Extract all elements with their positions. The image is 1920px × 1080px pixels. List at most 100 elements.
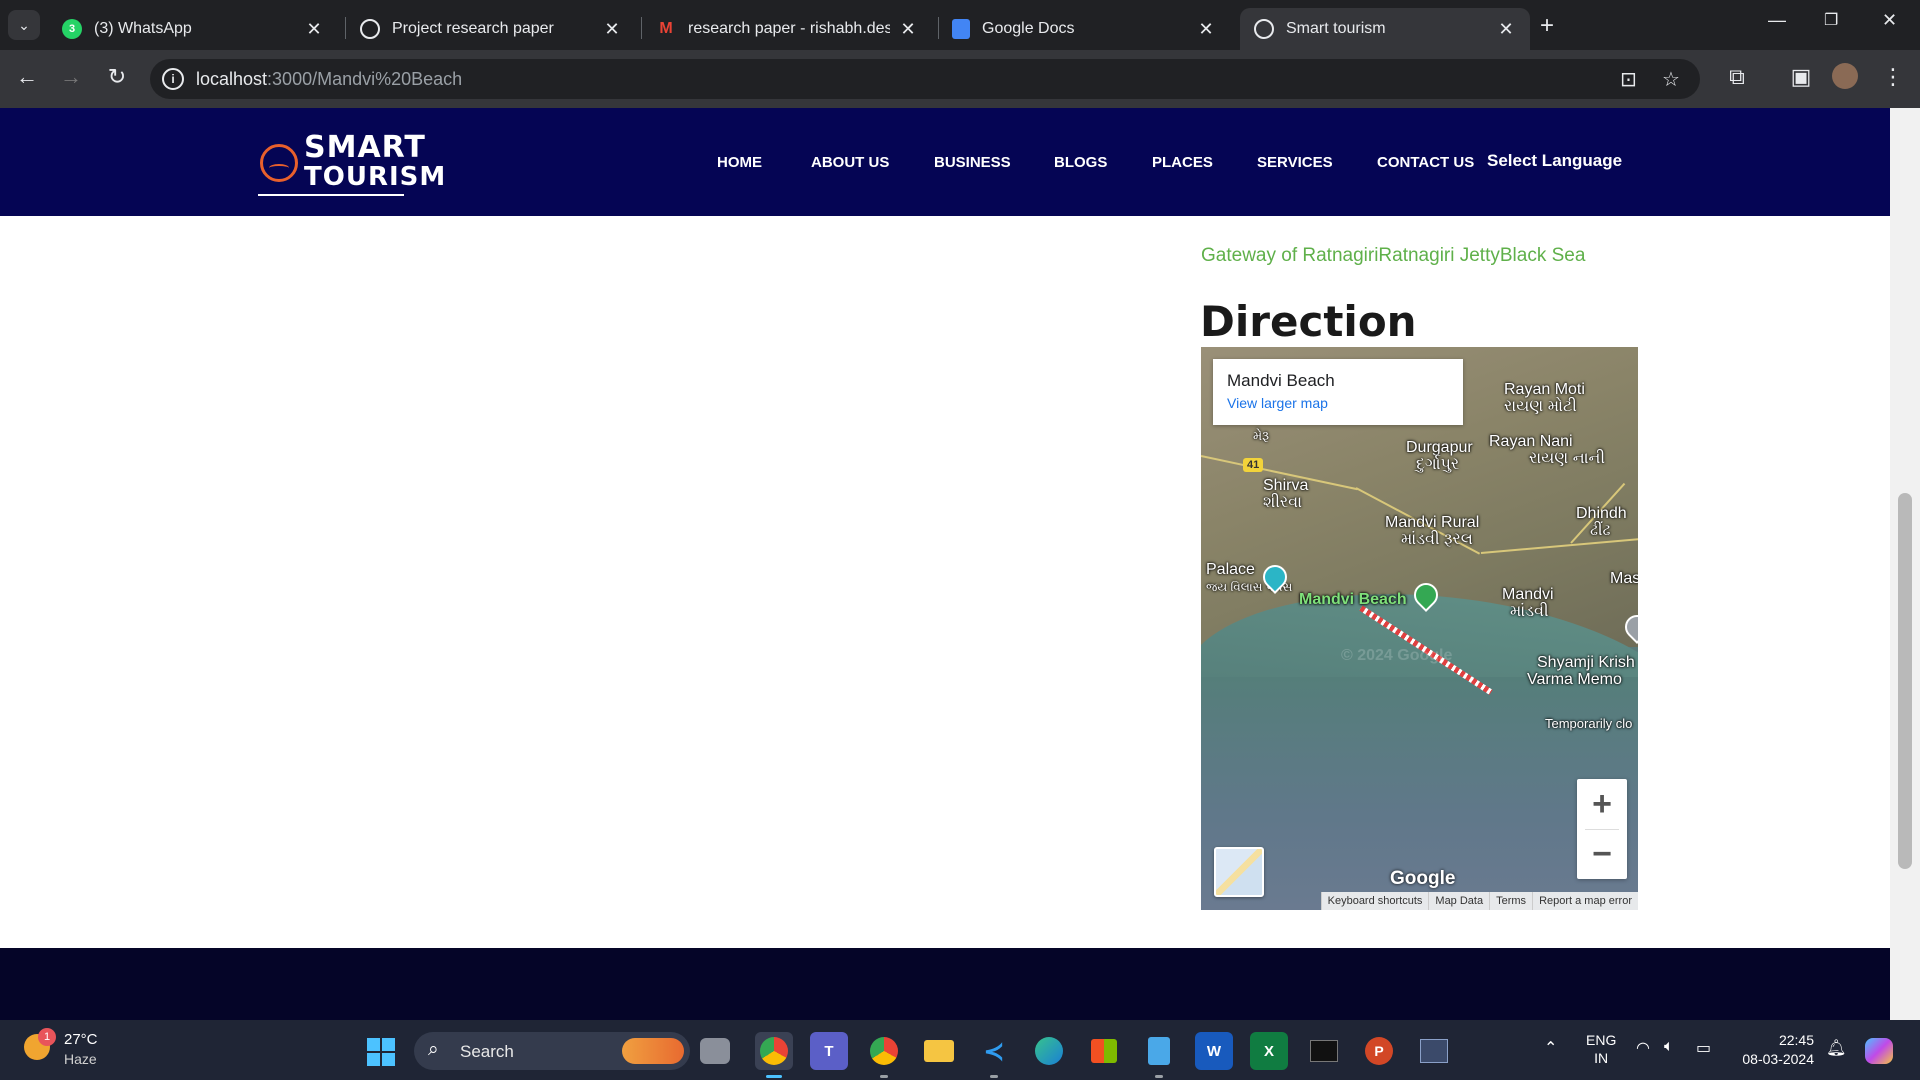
tab-project-research-paper[interactable]: Project research paper ✕ [346, 8, 636, 50]
direction-heading: Direction [1200, 297, 1417, 346]
file-explorer-icon[interactable] [920, 1032, 958, 1070]
restore-icon[interactable]: ❐ [1824, 10, 1838, 30]
close-icon[interactable]: ✕ [1196, 19, 1216, 40]
open-app-indicator [1155, 1075, 1163, 1078]
nav-places[interactable]: PLACES [1152, 154, 1213, 171]
weather-condition[interactable]: Haze [64, 1051, 97, 1067]
wifi-icon[interactable]: ◠ [1636, 1038, 1650, 1058]
site-info-icon[interactable]: i [162, 68, 184, 90]
zoom-in-button[interactable]: + [1577, 779, 1627, 829]
label-text: Shyamji Krish [1537, 654, 1635, 671]
search-label: Search [460, 1042, 514, 1061]
close-icon[interactable]: ✕ [1496, 19, 1516, 40]
label-merau: મેરૂ [1253, 428, 1270, 443]
label-text: માંડવી રૂરલ [1401, 531, 1473, 548]
scrollbar-thumb[interactable] [1898, 493, 1912, 869]
bookmark-star-icon[interactable]: ☆ [1662, 67, 1680, 92]
excel-icon[interactable]: X [1250, 1032, 1288, 1070]
powerpoint-icon[interactable]: P [1360, 1032, 1398, 1070]
map-data-link[interactable]: Map Data [1428, 892, 1489, 910]
new-tab-button[interactable]: + [1540, 12, 1554, 40]
close-icon[interactable]: ✕ [898, 19, 918, 40]
close-icon[interactable]: ✕ [602, 19, 622, 40]
store-icon[interactable] [1085, 1032, 1123, 1070]
battery-icon[interactable]: ▭ [1696, 1038, 1711, 1058]
tab-title: (3) WhatsApp [94, 20, 192, 37]
profile-avatar[interactable] [1832, 63, 1858, 89]
whatsapp-icon: 3 [62, 19, 82, 39]
address-bar[interactable]: i localhost:3000/Mandvi%20Beach ⊡ ☆ [150, 59, 1700, 99]
taskbar-search[interactable]: ⌕ Search [414, 1032, 690, 1070]
powerpoint-logo: P [1365, 1037, 1393, 1065]
tab-smart-tourism[interactable]: Smart tourism ✕ [1240, 8, 1530, 50]
nav-about-us[interactable]: ABOUT US [811, 154, 889, 171]
store-logo [1091, 1039, 1117, 1063]
notification-bell-icon[interactable]: 🔔︎ [1826, 1038, 1846, 1058]
show-hidden-icons-chevron-icon[interactable]: ⌃ [1544, 1038, 1557, 1058]
label-mandvi: Mandvi માંડવી [1502, 586, 1554, 620]
keyboard-shortcuts-link[interactable]: Keyboard shortcuts [1320, 892, 1429, 910]
place-tags: Gateway of RatnagiriRatnagiri JettyBlack… [1201, 245, 1586, 266]
zoom-divider [1585, 829, 1619, 830]
word-icon[interactable]: W [1195, 1032, 1233, 1070]
teams-icon[interactable]: T [810, 1032, 848, 1070]
view-larger-map-link[interactable]: View larger map [1227, 395, 1449, 411]
extensions-icon[interactable]: ⧉ [1722, 64, 1752, 90]
site-footer [0, 948, 1890, 1020]
report-map-error-link[interactable]: Report a map error [1532, 892, 1638, 910]
task-view-icon[interactable] [700, 1038, 730, 1064]
nav-blogs[interactable]: BLOGS [1054, 154, 1107, 171]
chrome-profile-icon[interactable] [865, 1032, 903, 1070]
clock-time: 22:45 [1778, 1032, 1814, 1048]
tab-gmail[interactable]: M research paper - rishabh.desai@ ✕ [642, 8, 932, 50]
terminal-logo [1310, 1040, 1338, 1062]
label-text: Rayan Nani [1489, 433, 1573, 450]
tab-whatsapp[interactable]: 3 (3) WhatsApp ✕ [48, 8, 338, 50]
copilot-icon[interactable] [1860, 1032, 1898, 1070]
label-shyamji: Shyamji Krish Varma Memo [1527, 654, 1635, 688]
label-dhindh: Dhindh ઢીંઢ [1576, 505, 1627, 539]
vscode-icon[interactable]: ≺ [975, 1032, 1013, 1070]
logo-underline [258, 194, 404, 196]
notepad-logo [1148, 1037, 1170, 1065]
side-panel-icon[interactable]: ▣ [1786, 64, 1816, 90]
map-layer-toggle[interactable] [1214, 847, 1264, 897]
nav-home[interactable]: HOME [717, 154, 762, 171]
volume-icon[interactable]: 🔈︎ [1664, 1038, 1674, 1056]
terminal-icon[interactable] [1305, 1032, 1343, 1070]
forward-arrow-icon[interactable]: → [56, 64, 86, 90]
tab-search-button[interactable]: ⌄ [8, 10, 40, 40]
google-map-embed[interactable]: 41 Rayan Moti રાયણ મોટી Rayan Nani રાયણ ના… [1201, 347, 1638, 910]
chrome-logo [760, 1037, 788, 1065]
zoom-out-button[interactable]: − [1577, 829, 1627, 879]
page-scrollbar[interactable] [1890, 108, 1920, 1020]
system-clock[interactable]: 22:45 08-03-2024 [1736, 1031, 1814, 1069]
language-selector[interactable]: Select Language [1487, 151, 1622, 171]
window-close-icon[interactable]: ✕ [1882, 10, 1897, 31]
site-logo[interactable]: SMART TOURISM [258, 130, 445, 196]
menu-kebab-icon[interactable]: ⋮ [1878, 64, 1908, 90]
windows-taskbar: 1 27°C Haze ⌕ Search T ≺ W X P ⌃ ENG IN … [0, 1020, 1920, 1080]
nav-services[interactable]: SERVICES [1257, 154, 1333, 171]
edge-icon[interactable] [1030, 1032, 1068, 1070]
snipping-tool-icon[interactable] [1415, 1032, 1453, 1070]
label-text: Mandvi Rural [1385, 514, 1480, 531]
notepad-icon[interactable] [1140, 1032, 1178, 1070]
tab-google-docs[interactable]: Google Docs ✕ [938, 8, 1230, 50]
url-text[interactable]: localhost:3000/Mandvi%20Beach [196, 69, 462, 90]
nav-contact-us[interactable]: CONTACT US [1377, 154, 1474, 171]
chrome-app-icon[interactable] [755, 1032, 793, 1070]
weather-temperature[interactable]: 27°C [64, 1031, 98, 1048]
back-arrow-icon[interactable]: ← [12, 64, 42, 90]
globe-icon [1254, 19, 1274, 39]
input-language-indicator[interactable]: ENG IN [1586, 1031, 1616, 1067]
minimize-icon[interactable]: — [1768, 10, 1786, 31]
reload-icon[interactable]: ↻ [102, 64, 132, 90]
windows-start-icon[interactable] [367, 1038, 395, 1066]
close-icon[interactable]: ✕ [304, 19, 324, 40]
install-app-icon[interactable]: ⊡ [1620, 67, 1637, 92]
terms-link[interactable]: Terms [1489, 892, 1532, 910]
map-place-name: Mandvi Beach [1227, 371, 1335, 390]
search-highlight-art [622, 1038, 684, 1064]
nav-business[interactable]: BUSINESS [934, 154, 1011, 171]
